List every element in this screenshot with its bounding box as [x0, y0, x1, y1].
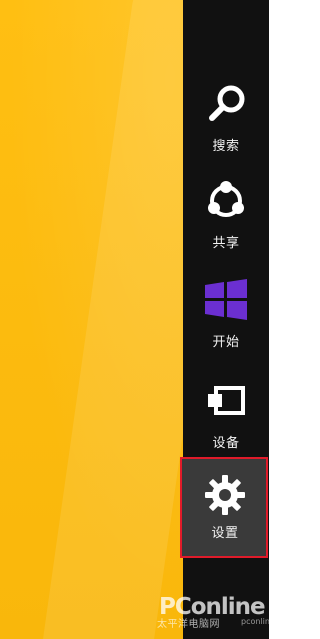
charm-search-label: 搜索	[212, 139, 240, 154]
charm-devices[interactable]: 设备	[183, 367, 269, 469]
charm-start-label: 开始	[212, 335, 240, 350]
devices-icon	[208, 386, 245, 415]
charm-share[interactable]: 共享	[183, 167, 269, 269]
watermark-subtitle: 太平洋电脑网	[157, 619, 220, 630]
charm-settings[interactable]: 设置	[180, 457, 268, 558]
charm-start[interactable]: 开始	[183, 266, 269, 368]
settings-gear-icon	[205, 475, 245, 515]
share-icon	[208, 181, 244, 217]
charm-settings-label: 设置	[211, 526, 239, 541]
charms-bar: 搜索 共享 开始 设备 设置	[180, 0, 269, 639]
watermark-domain: pconline.com.cn	[241, 617, 269, 626]
desktop-background	[0, 0, 183, 639]
pconline-watermark: PConline 太平洋电脑网 pconline.com.cn	[156, 590, 269, 634]
charm-devices-label: 设备	[212, 436, 240, 451]
charm-share-label: 共享	[212, 236, 240, 251]
windows8-screen: 搜索 共享 开始 设备 设置 PConline 太平洋电脑网 pconlin	[0, 0, 269, 639]
search-icon	[209, 85, 245, 121]
windows-logo-icon	[205, 279, 247, 320]
charm-search[interactable]: 搜索	[183, 70, 269, 172]
